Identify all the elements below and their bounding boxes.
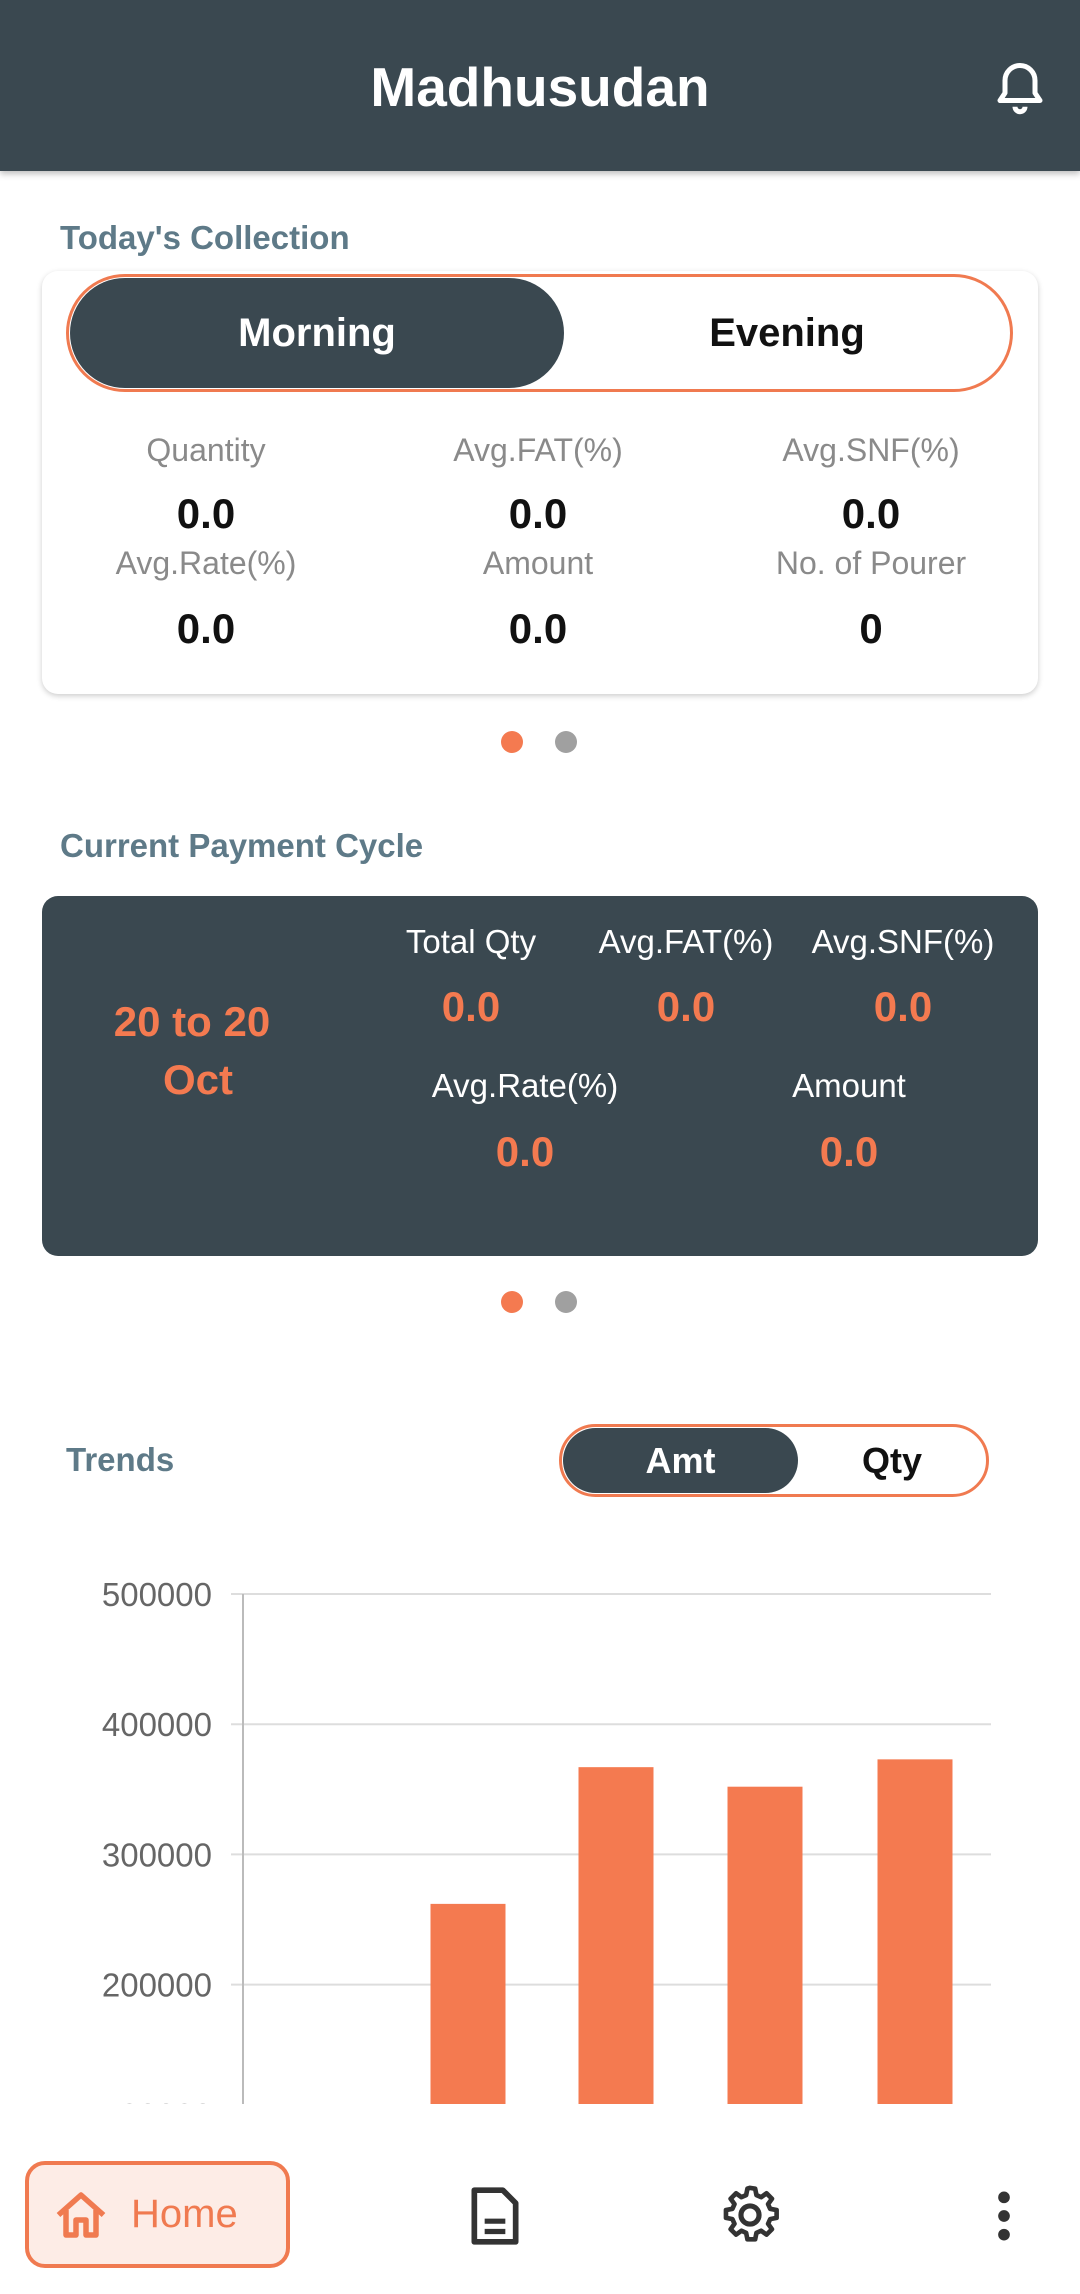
- more-vertical-icon[interactable]: [990, 2188, 1018, 2244]
- document-icon[interactable]: [467, 2185, 523, 2247]
- trends-title: Trends: [66, 1441, 175, 1478]
- payment-cycle-title: Current Payment Cycle: [60, 827, 424, 864]
- stat-label: Avg.Rate(%): [115, 545, 297, 581]
- shift-morning[interactable]: Morning: [70, 278, 564, 388]
- y-tick-label: 100000: [102, 2097, 212, 2104]
- bar: [727, 1786, 803, 2104]
- app-header: Madhusudan: [0, 0, 1080, 171]
- page-dot[interactable]: [555, 731, 577, 753]
- bar: [430, 1903, 506, 2104]
- stat-label: No. of Pourer: [775, 545, 967, 581]
- gear-icon[interactable]: [719, 2184, 781, 2246]
- toggle-amt[interactable]: Amt: [563, 1428, 798, 1493]
- stat-value: 0.0: [841, 490, 901, 537]
- y-tick-label: 500000: [102, 1576, 212, 1613]
- y-tick-label: 200000: [102, 1967, 212, 2004]
- nav-home[interactable]: Home: [25, 2161, 290, 2268]
- bottom-nav: Home: [0, 2140, 1080, 2294]
- page-dot[interactable]: [555, 1291, 577, 1313]
- trends-bar-chart: 500000 400000 300000 200000 100000: [102, 1576, 991, 2104]
- shift-evening[interactable]: Evening: [564, 278, 1010, 388]
- bell-icon[interactable]: [990, 58, 1050, 118]
- nav-home-label: Home: [131, 2192, 238, 2236]
- stat-value: 0: [859, 605, 883, 652]
- stat-value: 0.0: [176, 490, 236, 537]
- cycle-period: 20 to 20: [113, 998, 271, 1045]
- stat-label: Amount: [482, 545, 594, 581]
- y-tick-label: 300000: [102, 1836, 212, 1873]
- home-icon: [56, 2191, 106, 2238]
- y-tick-label: 400000: [102, 1706, 212, 1743]
- stat-label: Avg.SNF(%): [782, 432, 960, 468]
- bar: [877, 1759, 953, 2104]
- cycle-stat-label: Avg.Rate(%): [431, 1067, 619, 1104]
- cycle-month: Oct: [162, 1056, 233, 1103]
- toggle-qty[interactable]: Qty: [798, 1428, 986, 1493]
- stat-value: 0.0: [508, 490, 568, 537]
- page-dot-active[interactable]: [501, 1291, 523, 1313]
- stat-value: 0.0: [176, 605, 236, 652]
- page-title: Madhusudan: [370, 56, 710, 118]
- bar: [578, 1767, 654, 2104]
- stat-label: Avg.FAT(%): [453, 432, 623, 468]
- trends-toggle: Amt Qty: [559, 1424, 989, 1497]
- cycle-stat-label: Amount: [792, 1067, 906, 1104]
- cycle-stat-value: 0.0: [495, 1128, 555, 1175]
- cycle-stat-value: 0.0: [819, 1128, 879, 1175]
- page-dot-active[interactable]: [501, 731, 523, 753]
- stat-label: Quantity: [146, 432, 266, 468]
- cycle-stat-label: Avg.SNF(%): [811, 923, 995, 960]
- shift-toggle: Morning Evening: [66, 274, 1013, 392]
- todays-collection-title: Today's Collection: [60, 219, 350, 256]
- stat-value: 0.0: [508, 605, 568, 652]
- cycle-stat-value: 0.0: [873, 983, 933, 1030]
